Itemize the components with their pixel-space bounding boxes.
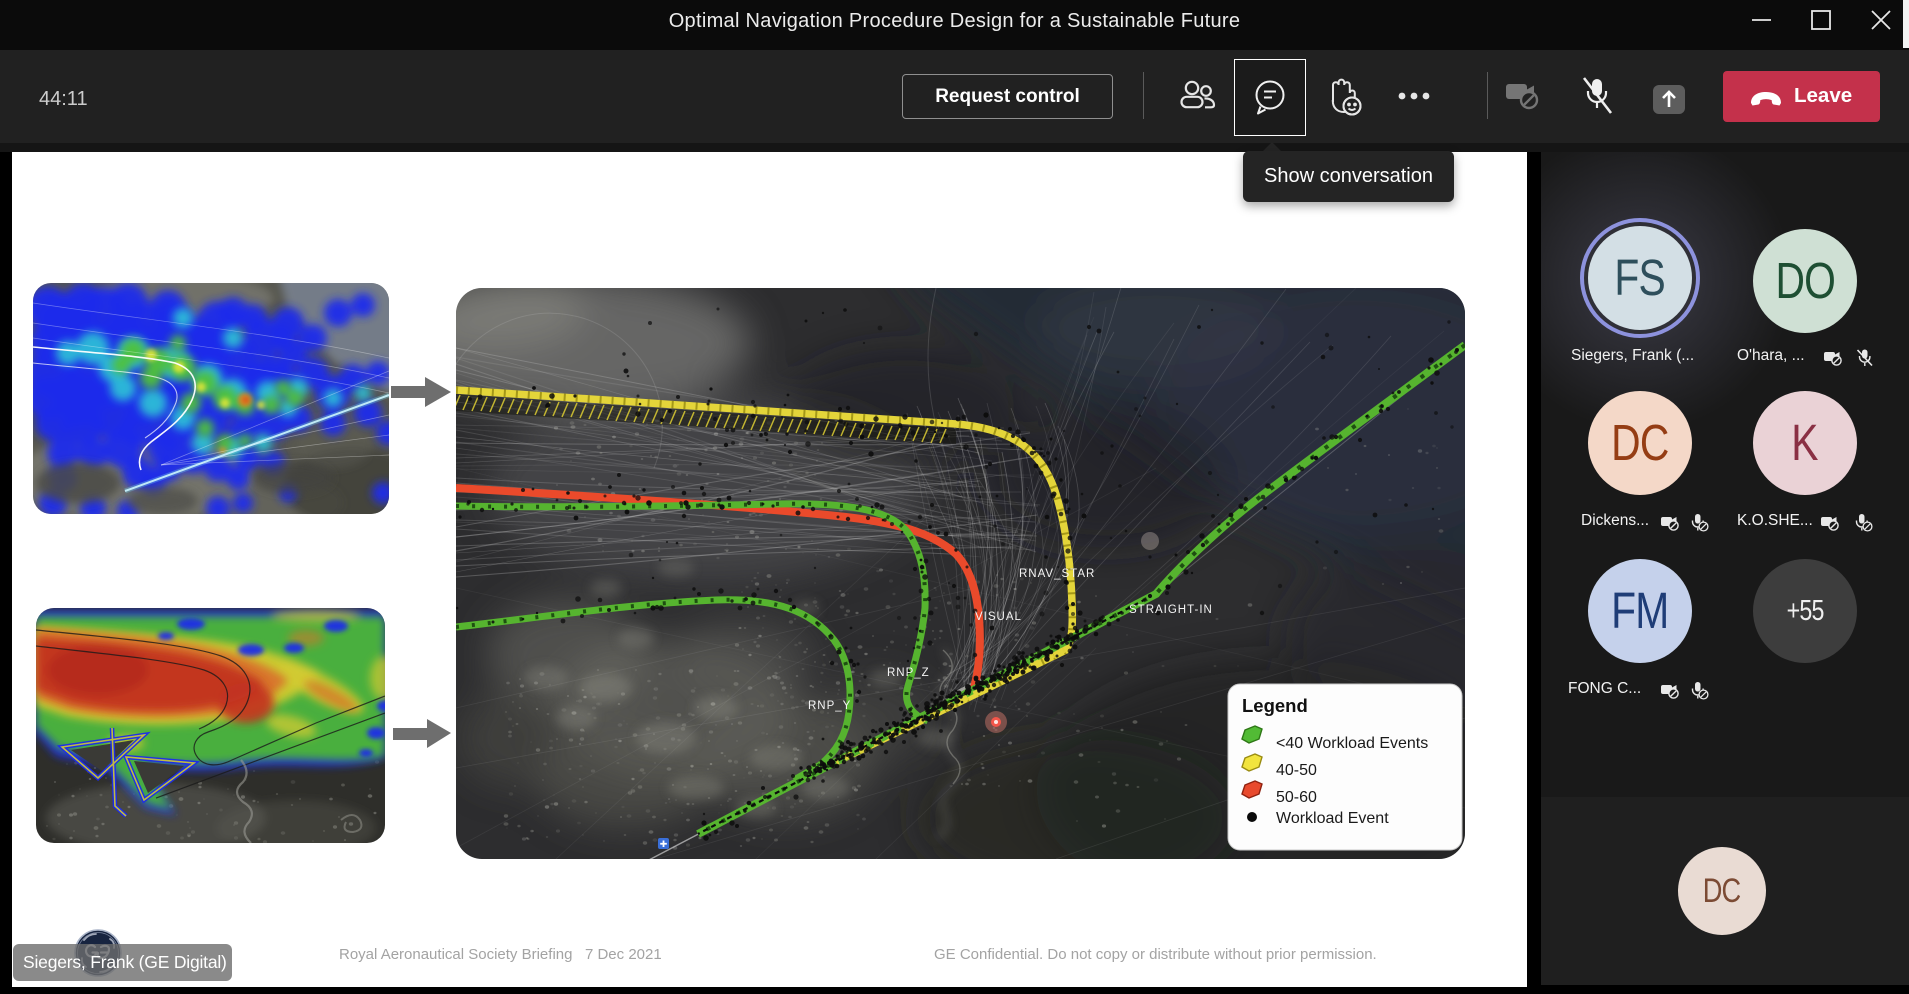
svg-text:Legend: Legend bbox=[1242, 695, 1308, 716]
svg-text:STRAIGHT-IN: STRAIGHT-IN bbox=[1129, 604, 1213, 616]
svg-text:Workload Event: Workload Event bbox=[1276, 810, 1389, 827]
svg-text:RNP_Y: RNP_Y bbox=[808, 700, 851, 712]
svg-text:50-60: 50-60 bbox=[1276, 789, 1317, 806]
svg-text:RNP_Z: RNP_Z bbox=[887, 667, 930, 679]
svg-text:VISUAL: VISUAL bbox=[975, 611, 1022, 623]
svg-text:✚: ✚ bbox=[660, 839, 668, 849]
svg-text:RNAV_STAR: RNAV_STAR bbox=[1019, 568, 1095, 580]
svg-text:40-50: 40-50 bbox=[1276, 762, 1317, 779]
svg-text:<40 Workload Events: <40 Workload Events bbox=[1276, 735, 1428, 752]
